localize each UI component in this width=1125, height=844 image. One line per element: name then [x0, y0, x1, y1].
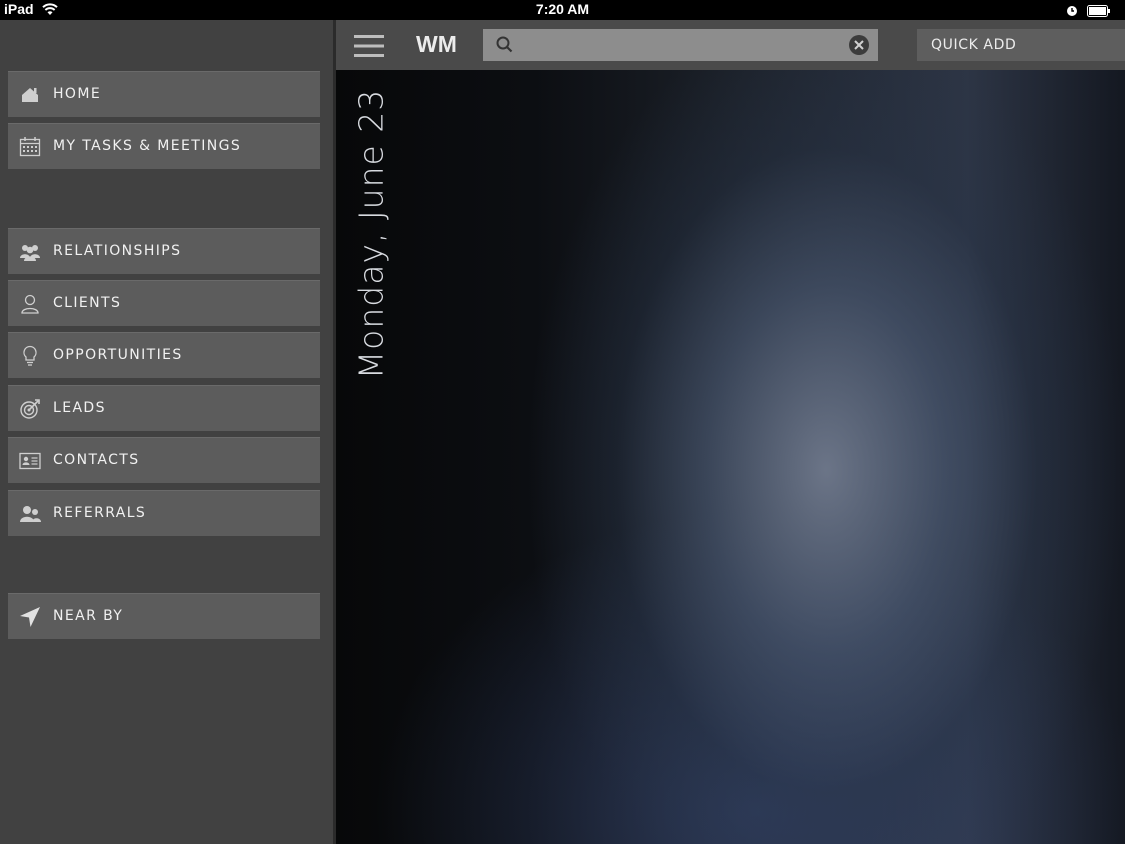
- date-container: Monday, June 23: [346, 89, 396, 380]
- sidebar-item-opportunities[interactable]: OPPORTUNITIES: [8, 332, 320, 378]
- sidebar-item-label: RELATIONSHIPS: [53, 243, 182, 259]
- lightbulb-icon: [18, 344, 42, 368]
- person-icon: [18, 292, 42, 316]
- sidebar-item-relationships[interactable]: RELATIONSHIPS: [8, 228, 320, 274]
- status-time: 7:20 AM: [535, 1, 590, 17]
- alarm-clock-icon: [1066, 4, 1078, 20]
- quick-add-label: QUICK ADD: [931, 37, 1017, 53]
- current-date: Monday, June 23: [351, 88, 391, 380]
- location-arrow-icon: [18, 605, 42, 629]
- sidebar-item-label: LEADS: [53, 400, 106, 416]
- sidebar-item-referrals[interactable]: REFERRALS: [8, 490, 320, 536]
- sidebar-item-label: CONTACTS: [53, 452, 140, 468]
- calendar-icon: [18, 135, 42, 159]
- home-icon: [18, 83, 42, 107]
- battery-icon: [1087, 4, 1111, 20]
- sidebar-item-clients[interactable]: CLIENTS: [8, 280, 320, 326]
- quick-add-button[interactable]: QUICK ADD: [917, 29, 1125, 61]
- people-icon: [18, 240, 42, 264]
- sidebar-item-near-by[interactable]: NEAR BY: [8, 593, 320, 639]
- sidebar-item-leads[interactable]: LEADS: [8, 385, 320, 431]
- app-title: WM: [416, 31, 457, 57]
- clear-search-icon[interactable]: [848, 34, 870, 56]
- sidebar-item-label: NEAR BY: [53, 608, 124, 624]
- sidebar-item-label: HOME: [53, 86, 102, 102]
- sidebar-item-label: OPPORTUNITIES: [53, 347, 183, 363]
- sidebar-item-label: CLIENTS: [53, 295, 122, 311]
- status-bar: iPad 7:20 AM: [0, 0, 1125, 20]
- search-bar[interactable]: [483, 29, 878, 61]
- sidebar-item-contacts[interactable]: CONTACTS: [8, 437, 320, 483]
- contact-card-icon: [18, 449, 42, 473]
- search-icon: [495, 35, 515, 55]
- search-input[interactable]: [521, 33, 840, 59]
- top-bar: WM QUICK ADD: [336, 20, 1125, 70]
- sidebar-item-my-tasks-meetings[interactable]: MY TASKS & MEETINGS: [8, 123, 320, 169]
- hamburger-menu-icon[interactable]: [354, 33, 384, 59]
- sidebar: HOME MY TASKS & MEETINGS RELATIONSHIPS C…: [0, 20, 333, 844]
- target-icon: [18, 397, 42, 421]
- sidebar-item-label: REFERRALS: [53, 505, 147, 521]
- referral-icon: [18, 502, 42, 526]
- main-content: Monday, June 23: [336, 70, 1125, 844]
- sidebar-item-home[interactable]: HOME: [8, 71, 320, 117]
- sidebar-item-label: MY TASKS & MEETINGS: [53, 138, 242, 154]
